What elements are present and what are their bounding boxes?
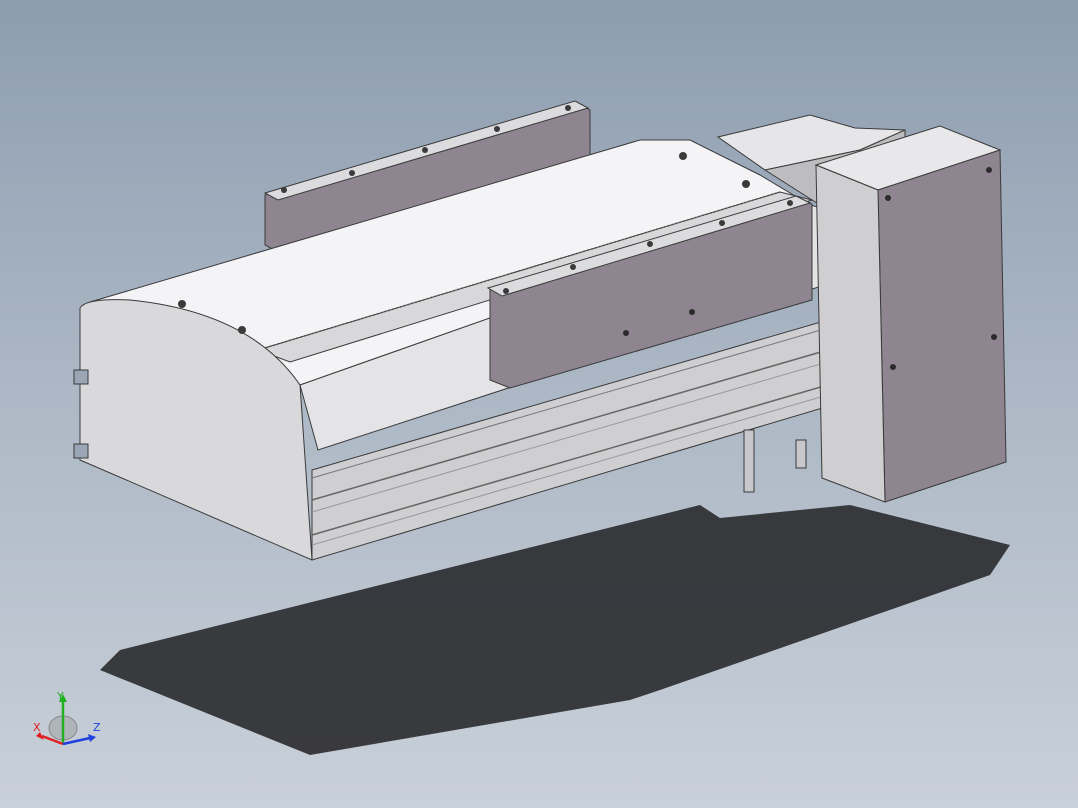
z-axis-label: Z xyxy=(93,721,101,734)
model-shadow xyxy=(100,505,1010,755)
x-axis-label: X xyxy=(33,721,41,734)
3d-model-view[interactable] xyxy=(0,0,1078,808)
support-rod xyxy=(743,429,807,493)
graphics-viewport[interactable]: X Y Z xyxy=(0,0,1078,808)
coordinate-triad: X Y Z xyxy=(30,686,110,756)
actuator-body[interactable] xyxy=(73,139,867,561)
motor-block[interactable] xyxy=(814,125,1007,503)
y-axis-label: Y xyxy=(57,690,64,703)
